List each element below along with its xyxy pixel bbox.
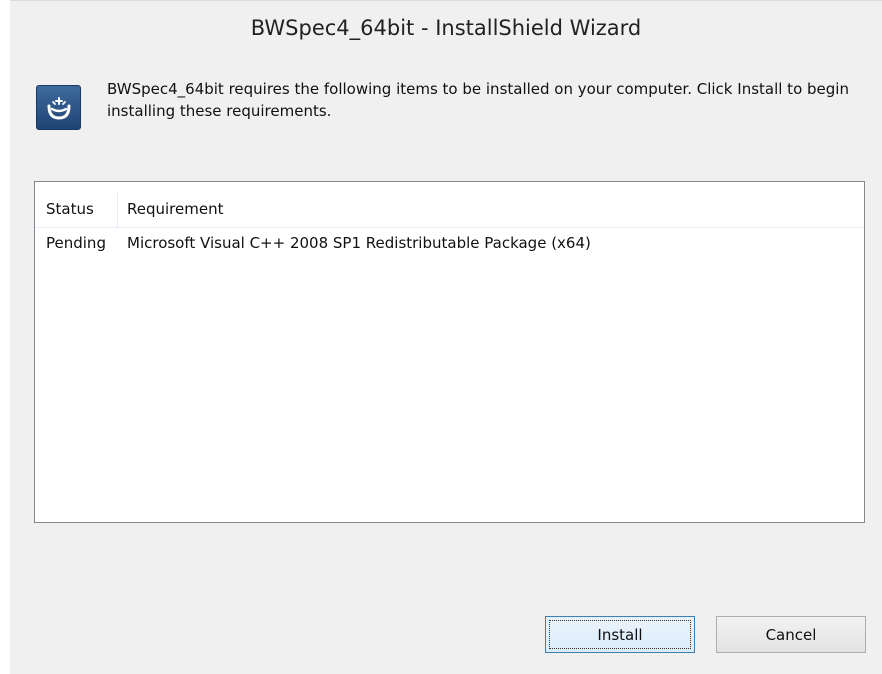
requirements-list[interactable]: Status Requirement Pending Microsoft Vis…	[34, 181, 865, 523]
column-header-status[interactable]: Status	[46, 200, 94, 218]
installshield-dialog: BWSpec4_64bit - InstallShield Wizard BWS…	[10, 0, 882, 674]
requirements-message: BWSpec4_64bit requires the following ite…	[107, 80, 849, 120]
column-header-requirement[interactable]: Requirement	[127, 200, 223, 218]
installshield-icon	[36, 85, 81, 130]
cancel-button-label: Cancel	[765, 625, 817, 644]
focus-rectangle	[549, 620, 691, 649]
list-item[interactable]: Pending Microsoft Visual C++ 2008 SP1 Re…	[35, 232, 864, 256]
cancel-button[interactable]: Cancel	[716, 616, 866, 653]
install-button[interactable]: Install	[545, 616, 695, 653]
item-requirement: Microsoft Visual C++ 2008 SP1 Redistribu…	[127, 234, 591, 252]
item-status: Pending	[46, 234, 106, 252]
window-title: BWSpec4_64bit - InstallShield Wizard	[250, 16, 642, 40]
column-divider[interactable]	[117, 192, 118, 227]
